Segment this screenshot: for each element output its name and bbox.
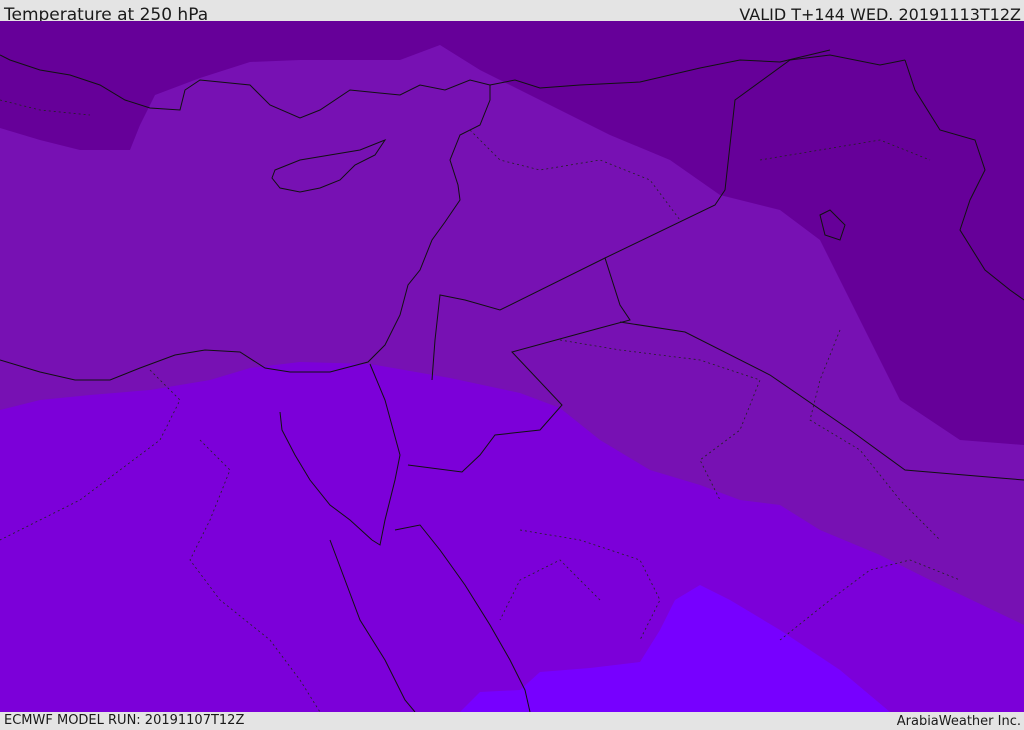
header-bar: Temperature at 250 hPa VALID T+144 WED. … [0, 0, 1024, 25]
model-run-label: ECMWF MODEL RUN: 20191107T12Z [4, 713, 245, 728]
footer-bar: ECMWF MODEL RUN: 20191107T12Z ArabiaWeat… [0, 712, 1024, 729]
credit-label: ArabiaWeather Inc. [896, 714, 1021, 729]
temperature-map [0, 21, 1024, 712]
